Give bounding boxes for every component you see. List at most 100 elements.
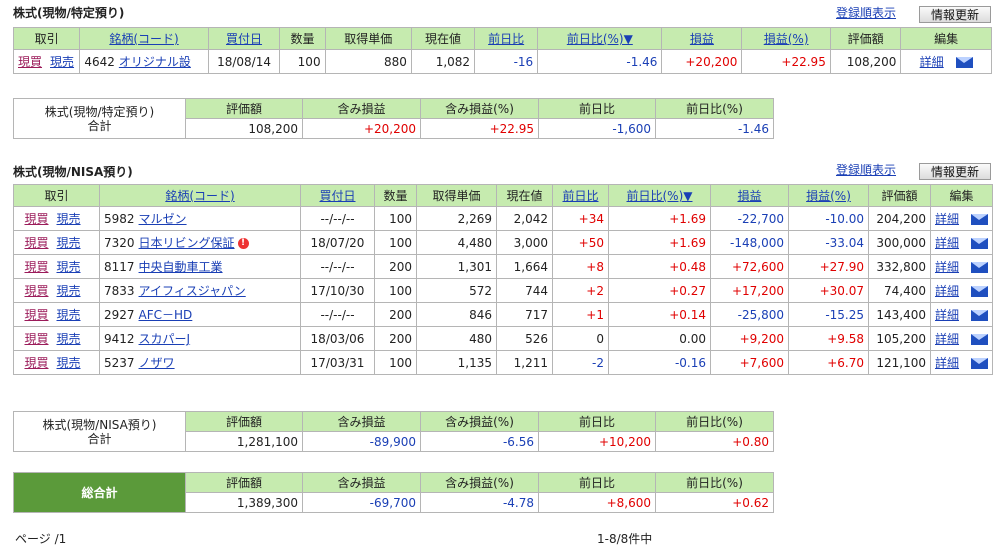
stock-name-link[interactable]: マルゼン (139, 212, 187, 226)
sort-header-link[interactable]: 銘柄(コード) (165, 189, 234, 203)
section2-sort-link[interactable]: 登録順表示 (836, 161, 896, 178)
purchase-date: 17/10/30 (300, 278, 375, 303)
column-header: 取得単価 (324, 27, 412, 50)
market-value: 121,100 (868, 350, 931, 375)
mail-icon[interactable] (971, 334, 989, 345)
summary-value: -6.56 (420, 431, 539, 452)
profit-loss-pct: -10.00 (788, 206, 869, 231)
quantity: 200 (374, 254, 417, 279)
buy-link[interactable]: 現買 (24, 236, 48, 250)
edit-cell: 詳細 (930, 206, 993, 231)
sort-header-link[interactable]: 買付日 (319, 189, 355, 203)
sort-header-link[interactable]: 損益(%) (764, 32, 809, 46)
current-price: 2,042 (496, 206, 553, 231)
sell-link[interactable]: 現売 (50, 55, 74, 69)
stock-code: 2927 (104, 308, 135, 322)
column-header[interactable]: 損益 (661, 27, 743, 50)
sort-header-link[interactable]: 前日比 (562, 189, 598, 203)
sell-link[interactable]: 現売 (57, 332, 81, 346)
section1-sort-link[interactable]: 登録順表示 (836, 4, 896, 21)
column-header[interactable]: 買付日 (207, 27, 281, 50)
stock-code: 4642 (84, 55, 115, 69)
buy-link[interactable]: 現買 (18, 55, 42, 69)
column-header[interactable]: 前日比(%)▼ (537, 27, 663, 50)
stock-name-link[interactable]: 日本リビング保証 (139, 236, 235, 250)
column-header: 数量 (374, 184, 417, 207)
table-header-row: 取引 銘柄(コード) 買付日 数量 取得単価 現在値 前日比 前日比(%)▼ 損益 損益(%) 評価… (13, 184, 993, 207)
detail-link[interactable]: 詳細 (935, 236, 959, 250)
column-header[interactable]: 前日比 (552, 184, 609, 207)
stock-name-link[interactable]: AFC－HD (139, 308, 193, 322)
table-row: 現買 現売 9412 スカパーJ 18/03/06 200 480 526 0 0.00 +9,20… (13, 326, 993, 351)
sort-header-link[interactable]: 損益(%) (806, 189, 851, 203)
sort-header-link[interactable]: 前日比(%)▼ (567, 32, 633, 46)
column-header[interactable]: 損益(%) (741, 27, 831, 50)
column-header[interactable]: 前日比(%)▼ (608, 184, 711, 207)
purchase-date: --/--/-- (300, 302, 375, 327)
mail-icon[interactable] (971, 262, 989, 273)
sort-header-link[interactable]: 損益 (737, 189, 761, 203)
stock-code: 5237 (104, 356, 135, 370)
summary-header: 含み損益(%) (420, 472, 539, 493)
stock-name-link[interactable]: アイフィスジャパン (139, 284, 246, 298)
sort-header-link[interactable]: 前日比 (488, 32, 524, 46)
day-change: +8 (552, 254, 609, 279)
detail-link[interactable]: 詳細 (920, 55, 944, 69)
buy-link[interactable]: 現買 (24, 212, 48, 226)
market-value: 204,200 (868, 206, 931, 231)
current-price: 526 (496, 326, 553, 351)
detail-link[interactable]: 詳細 (935, 212, 959, 226)
mail-icon[interactable] (971, 286, 989, 297)
table-row: 現買 現売 4642 オリジナル設 18/08/14 100 880 1,082 -16 -1.4… (12, 49, 992, 74)
sort-header-link[interactable]: 前日比(%)▼ (627, 189, 693, 203)
sell-link[interactable]: 現売 (57, 236, 81, 250)
detail-link[interactable]: 詳細 (935, 260, 959, 274)
edit-cell: 詳細 (930, 230, 993, 255)
stock-name-link[interactable]: オリジナル設 (119, 55, 191, 69)
sell-link[interactable]: 現売 (57, 356, 81, 370)
mail-icon[interactable] (971, 238, 989, 249)
section1-refresh-button[interactable]: 情報更新 (919, 6, 991, 23)
column-header[interactable]: 損益(%) (788, 184, 869, 207)
mail-icon[interactable] (955, 57, 973, 68)
sell-link[interactable]: 現売 (57, 284, 81, 298)
buy-link[interactable]: 現買 (24, 308, 48, 322)
acquisition-price: 4,480 (416, 230, 497, 255)
section1-holdings-table: 取引 銘柄(コード) 買付日 数量 取得単価 現在値 前日比 前日比(%)▼ 損益 損益(%) 評価… (12, 27, 992, 74)
section2-refresh-button[interactable]: 情報更新 (919, 163, 991, 180)
sell-link[interactable]: 現売 (57, 260, 81, 274)
mail-icon[interactable] (971, 310, 989, 321)
day-change: +1 (552, 302, 609, 327)
sort-header-link[interactable]: 損益 (690, 32, 714, 46)
stock-name-link[interactable]: ノザワ (139, 356, 175, 370)
table-header-row: 取引 銘柄(コード) 買付日 数量 取得単価 現在値 前日比 前日比(%)▼ 損益 損益(%) 評価… (12, 27, 992, 50)
sell-link[interactable]: 現売 (57, 308, 81, 322)
stock-code: 8117 (104, 260, 135, 274)
sell-link[interactable]: 現売 (57, 212, 81, 226)
detail-link[interactable]: 詳細 (935, 356, 959, 370)
mail-icon[interactable] (971, 358, 989, 369)
sort-header-link[interactable]: 買付日 (226, 32, 262, 46)
column-header[interactable]: 銘柄(コード) (99, 184, 301, 207)
buy-link[interactable]: 現買 (24, 260, 48, 274)
purchase-date: --/--/-- (300, 254, 375, 279)
detail-link[interactable]: 詳細 (935, 284, 959, 298)
detail-link[interactable]: 詳細 (935, 332, 959, 346)
buy-link[interactable]: 現買 (24, 332, 48, 346)
warning-icon: ! (237, 238, 249, 249)
mail-icon[interactable] (971, 214, 989, 225)
column-header[interactable]: 前日比 (474, 27, 539, 50)
stock-name-link[interactable]: 中央自動車工業 (139, 260, 223, 274)
buy-link[interactable]: 現買 (24, 356, 48, 370)
trade-cell: 現買 現売 (13, 278, 100, 303)
stock-name-link[interactable]: スカパーJ (139, 332, 191, 346)
column-header[interactable]: 銘柄(コード) (79, 27, 209, 50)
detail-link[interactable]: 詳細 (935, 308, 959, 322)
buy-link[interactable]: 現買 (24, 284, 48, 298)
column-header[interactable]: 買付日 (300, 184, 375, 207)
profit-loss-pct: +27.90 (788, 254, 869, 279)
summary-value: +22.95 (420, 118, 539, 139)
column-header[interactable]: 損益 (710, 184, 789, 207)
column-header: 評価額 (829, 27, 902, 50)
sort-header-link[interactable]: 銘柄(コード) (109, 32, 178, 46)
